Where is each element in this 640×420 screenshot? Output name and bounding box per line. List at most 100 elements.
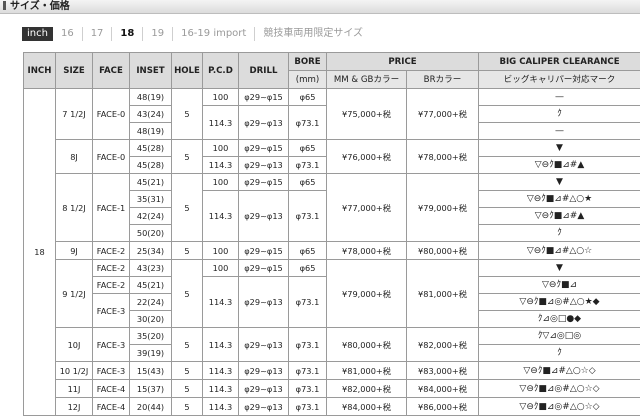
- price-mm-cell: ¥80,000+税: [326, 327, 407, 362]
- tab-import[interactable]: 16-19 import: [173, 27, 256, 41]
- pcd-cell: 114.3: [202, 190, 239, 242]
- inset-cell: 50(20): [129, 224, 172, 242]
- caliper-mark-cell: ▼: [478, 259, 640, 277]
- caliper-mark-cell: —: [478, 122, 640, 140]
- hole-cell: 5: [171, 327, 203, 362]
- size-cell: 9J: [55, 241, 93, 260]
- bore-cell: φ73.1: [288, 327, 327, 362]
- tab-16[interactable]: 16: [55, 27, 83, 41]
- face-cell: FACE-1: [92, 173, 130, 242]
- col-price-br: BRカラー: [405, 70, 480, 89]
- table-row: 9J FACE-2 25(34) 5 100 φ29~φ15 φ65 ¥78,0…: [24, 241, 640, 260]
- bore-cell: φ73.1: [288, 190, 327, 242]
- inset-cell: 45(21): [129, 276, 172, 294]
- pcd-cell: 100: [202, 88, 239, 106]
- caliper-mark-cell: ▽⊖ｸ■⊿#▲: [478, 207, 640, 225]
- table-row: 10J FACE-3 35(20) 5 114.3 φ29~φ13 φ73.1 …: [24, 327, 640, 362]
- drill-cell: φ29~φ15: [238, 88, 289, 106]
- price-br-cell: ¥77,000+税: [405, 88, 480, 140]
- price-br-cell: ¥80,000+税: [405, 241, 480, 260]
- caliper-mark-cell: ▽⊖ｸ■⊿: [478, 276, 640, 294]
- bore-cell: φ65: [288, 173, 327, 191]
- tab-17[interactable]: 17: [83, 27, 113, 41]
- face-cell: FACE-2: [92, 259, 130, 277]
- inset-cell: 39(19): [129, 344, 172, 362]
- table-row: 12J FACE-4 20(44) 5 114.3 φ29~φ13 φ73.1 …: [24, 397, 640, 416]
- caliper-mark-cell: ｸ⊿◎□●◆: [478, 310, 640, 328]
- bore-cell: φ73.1: [288, 361, 327, 380]
- drill-cell: φ29~φ13: [238, 105, 289, 140]
- face-cell: FACE-0: [92, 139, 130, 174]
- pcd-cell: 114.3: [202, 105, 239, 140]
- tab-19[interactable]: 19: [143, 27, 174, 41]
- price-br-cell: ¥86,000+税: [405, 397, 480, 416]
- drill-cell: φ29~φ13: [238, 397, 289, 416]
- col-inch: INCH: [23, 52, 56, 89]
- price-br-cell: ¥78,000+税: [405, 139, 480, 174]
- face-cell: FACE-3: [92, 361, 130, 380]
- pcd-cell: 114.3: [202, 327, 239, 362]
- drill-cell: φ29~φ15: [238, 259, 289, 277]
- hole-cell: 5: [171, 88, 203, 140]
- size-price-table: INCH SIZE FACE INSET HOLE P.C.D DRILL BO…: [23, 52, 640, 416]
- size-cell: 10J: [55, 327, 93, 362]
- inset-cell: 45(21): [129, 173, 172, 191]
- bore-cell: φ73.1: [288, 276, 327, 328]
- size-tabs: inch 16 17 18 19 16-19 import 競技車両用限定サイズ: [22, 26, 371, 42]
- face-cell: FACE-4: [92, 397, 130, 416]
- section-header: サイズ・価格: [0, 0, 640, 14]
- inset-cell: 48(19): [129, 122, 172, 140]
- bore-cell: φ73.1: [288, 379, 327, 398]
- hole-cell: 5: [171, 397, 203, 416]
- bore-cell: φ73.1: [288, 105, 327, 140]
- tab-18[interactable]: 18: [112, 27, 144, 41]
- pcd-cell: 100: [202, 259, 239, 277]
- pcd-cell: 114.3: [202, 397, 239, 416]
- hole-cell: 5: [171, 361, 203, 380]
- drill-cell: φ29~φ15: [238, 139, 289, 157]
- section-title: サイズ・価格: [10, 1, 70, 12]
- bore-cell: φ65: [288, 139, 327, 157]
- caliper-mark-cell: ▽⊖ｸ■⊿#△○★: [478, 190, 640, 208]
- inset-cell: 35(31): [129, 190, 172, 208]
- face-cell: FACE-3: [92, 327, 130, 362]
- inset-cell: 30(20): [129, 310, 172, 328]
- inset-cell: 35(20): [129, 327, 172, 345]
- face-cell: FACE-2: [92, 276, 130, 294]
- caliper-mark-cell: ▽⊖ｸ■⊿◎#△○★◆: [478, 293, 640, 311]
- caliper-mark-cell: ｸ: [478, 344, 640, 362]
- face-cell: FACE-0: [92, 88, 130, 140]
- drill-cell: φ29~φ13: [238, 156, 289, 174]
- caliper-mark-cell: ▽⊖ｸ■⊿#▲: [478, 156, 640, 174]
- price-br-cell: ¥82,000+税: [405, 327, 480, 362]
- col-price: PRICE: [325, 52, 480, 71]
- col-price-mm: MM & GBカラー: [326, 70, 407, 89]
- pcd-cell: 114.3: [202, 276, 239, 328]
- caliper-mark-cell: —: [478, 88, 640, 106]
- price-mm-cell: ¥75,000+税: [326, 88, 407, 140]
- hole-cell: 5: [171, 139, 203, 174]
- hole-cell: 5: [171, 241, 203, 260]
- inset-cell: 15(37): [129, 379, 172, 398]
- table-row: 11J FACE-4 15(37) 5 114.3 φ29~φ13 φ73.1 …: [24, 379, 640, 398]
- bore-cell: φ65: [288, 259, 327, 277]
- price-br-cell: ¥79,000+税: [405, 173, 480, 242]
- inset-cell: 45(28): [129, 156, 172, 174]
- drill-cell: φ29~φ13: [238, 190, 289, 242]
- caliper-mark-cell: ▽⊖ｸ■⊿◎#△○☆◇: [478, 397, 640, 416]
- caliper-mark-cell: ｸ: [478, 224, 640, 242]
- table-row: 9 1/2J FACE-2 43(23) 5 100 φ29~φ15 φ65 ¥…: [24, 259, 640, 328]
- drill-cell: φ29~φ13: [238, 276, 289, 328]
- inset-cell: 43(24): [129, 105, 172, 123]
- inset-cell: 43(23): [129, 259, 172, 277]
- size-cell: 11J: [55, 379, 93, 398]
- bore-cell: φ73.1: [288, 156, 327, 174]
- inset-cell: 42(24): [129, 207, 172, 225]
- hole-cell: 5: [171, 259, 203, 328]
- col-bore: BORE: [288, 52, 327, 71]
- price-mm-cell: ¥77,000+税: [326, 173, 407, 242]
- table-row: 10 1/2J FACE-3 15(43) 5 114.3 φ29~φ13 φ7…: [24, 361, 640, 380]
- pcd-cell: 100: [202, 241, 239, 260]
- tab-competition[interactable]: 競技車両用限定サイズ: [255, 27, 371, 41]
- col-drill: DRILL: [238, 52, 289, 89]
